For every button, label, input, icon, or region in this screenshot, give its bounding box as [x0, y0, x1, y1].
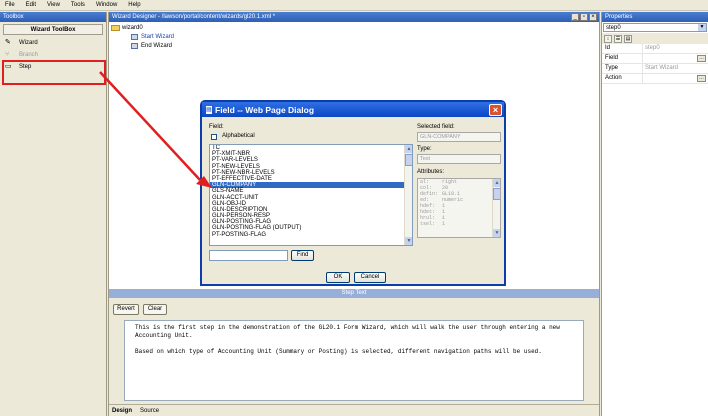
- menu-file[interactable]: File: [5, 2, 15, 8]
- attribute-value: numeric: [442, 197, 464, 203]
- toolbox-item-label: Branch: [19, 52, 39, 58]
- attributes-list[interactable]: al: right col: 20 defin: GL10.1 ed: numeric hdef…: [417, 178, 501, 238]
- designer-title-bar: Wizard Designer - /lawson/portal/content…: [109, 12, 599, 22]
- toolbox-panel: Toolbox Wizard ToolBox ✎ Wizard ⑂ Branch…: [0, 12, 107, 416]
- menu-help[interactable]: Help: [128, 2, 140, 8]
- property-row-id: Id step0: [602, 44, 708, 54]
- menu-edit[interactable]: Edit: [26, 2, 36, 8]
- property-key: Id: [602, 44, 643, 53]
- ok-button[interactable]: OK: [326, 272, 350, 283]
- categorize-icon[interactable]: ☰: [614, 34, 622, 43]
- attribute-row[interactable]: tsel: 1: [418, 221, 500, 227]
- tree-item-label: Start Wizard: [141, 33, 175, 40]
- scroll-up-icon[interactable]: ▲: [405, 145, 412, 153]
- field-label: Field:: [209, 124, 224, 130]
- step-text-paragraph: This is the first step in the demonstrat…: [135, 324, 560, 339]
- properties-title: Properties: [602, 12, 708, 22]
- tree-item-start-wizard[interactable]: Start Wizard: [111, 32, 174, 41]
- ellipsis-button[interactable]: …: [697, 75, 706, 82]
- minimize-icon[interactable]: _: [571, 13, 579, 21]
- properties-panel: Properties step0 ▼ ↕ ☰ ▤ Id step0 Field …: [601, 12, 708, 416]
- property-value[interactable]: Start Wizard: [643, 64, 708, 73]
- type-label: Type:: [417, 146, 432, 152]
- tab-source[interactable]: Source: [140, 408, 159, 414]
- designer-title: Wizard Designer - /lawson/portal/content…: [112, 14, 276, 20]
- designer-tabs: Design Source: [109, 404, 599, 416]
- tab-design[interactable]: Design: [112, 408, 132, 414]
- properties-selected-object: step0: [606, 24, 621, 31]
- field-list[interactable]: TC PT-XMIT-NBR PT-VAR-LEVELS PT-NEW-LEVELS P…: [209, 144, 413, 246]
- menu-bar: File Edit View Tools Window Help: [0, 0, 708, 11]
- property-value[interactable]: step0: [643, 44, 708, 53]
- step-node-icon: [131, 33, 138, 40]
- scroll-down-icon[interactable]: ▼: [493, 229, 500, 237]
- properties-object-select[interactable]: step0 ▼: [603, 23, 707, 32]
- ellipsis-button[interactable]: …: [697, 55, 706, 62]
- step-text-editor[interactable]: This is the first step in the demonstrat…: [124, 320, 584, 401]
- chevron-down-icon[interactable]: ▼: [698, 24, 706, 31]
- tree-item-label: End Wizard: [141, 42, 173, 49]
- folder-icon: [111, 24, 120, 31]
- properties-toolbar: ↕ ☰ ▤: [602, 33, 708, 44]
- property-pages-icon[interactable]: ▤: [624, 34, 632, 43]
- branch-icon: ⑂: [5, 51, 10, 58]
- scroll-thumb[interactable]: [493, 188, 500, 200]
- toolbox-item-wizard[interactable]: ✎ Wizard: [0, 37, 106, 49]
- toolbox-item-label: Wizard: [19, 40, 38, 46]
- selected-field-label: Selected field:: [417, 124, 455, 130]
- scroll-thumb[interactable]: [405, 154, 412, 166]
- field-list-item[interactable]: PT-POSTING-FLAG: [210, 232, 412, 238]
- cancel-button[interactable]: Cancel: [354, 272, 386, 283]
- clear-button[interactable]: Clear: [143, 304, 167, 315]
- wrench-icon: ✎: [5, 39, 11, 46]
- dialog-title: Field -- Web Page Dialog: [215, 104, 315, 115]
- step-text-panel: Revert Clear This is the first step in t…: [109, 298, 599, 404]
- toolbox-title: Toolbox: [0, 12, 106, 22]
- type-value: Text: [417, 154, 501, 164]
- menu-window[interactable]: Window: [96, 2, 117, 8]
- revert-button[interactable]: Revert: [113, 304, 139, 315]
- field-list-scrollbar[interactable]: ▲ ▼: [404, 145, 412, 245]
- field-dialog: ▤ Field -- Web Page Dialog × Field: Alph…: [200, 100, 506, 286]
- wizard-tree: wizard0 Start Wizard End Wizard: [111, 23, 174, 50]
- menu-view[interactable]: View: [47, 2, 60, 8]
- tree-root-label: wizard0: [122, 24, 143, 31]
- attributes-label: Attributes:: [417, 169, 445, 175]
- dialog-title-bar[interactable]: ▤ Field -- Web Page Dialog ×: [202, 102, 504, 117]
- property-row-type: Type Start Wizard: [602, 64, 708, 74]
- page-icon: ▤: [206, 105, 212, 114]
- step-highlight-box: [2, 60, 106, 85]
- step-text-header: Step Text: [109, 289, 599, 298]
- selected-field-value: GLN-COMPANY: [417, 132, 501, 142]
- property-row-action: Action …: [602, 74, 708, 84]
- attribute-value: 1: [442, 221, 446, 227]
- property-key: Type: [602, 64, 643, 73]
- close-icon[interactable]: ×: [589, 13, 597, 21]
- find-input[interactable]: [209, 250, 288, 261]
- attributes-scrollbar[interactable]: ▲ ▼: [492, 179, 500, 237]
- tree-root[interactable]: wizard0: [111, 23, 174, 32]
- attribute-key: tsel:: [420, 221, 436, 227]
- alphabetical-label: Alphabetical: [222, 133, 255, 139]
- scroll-up-icon[interactable]: ▲: [493, 179, 500, 187]
- step-node-icon: [131, 42, 138, 49]
- menu-tools[interactable]: Tools: [71, 2, 85, 8]
- wizard-toolbox-header: Wizard ToolBox: [3, 24, 103, 35]
- property-value[interactable]: …: [643, 54, 708, 63]
- property-key: Field: [602, 54, 643, 63]
- alphabetical-checkbox[interactable]: [211, 134, 217, 140]
- property-key: Action: [602, 74, 643, 83]
- find-button[interactable]: Find: [291, 250, 314, 261]
- property-row-field: Field …: [602, 54, 708, 64]
- dialog-close-icon[interactable]: ×: [489, 103, 502, 116]
- tree-item-end-wizard[interactable]: End Wizard: [111, 41, 174, 50]
- scroll-down-icon[interactable]: ▼: [405, 237, 412, 245]
- sort-icon[interactable]: ↕: [604, 34, 612, 43]
- property-value[interactable]: …: [643, 74, 708, 83]
- step-text-paragraph: Based on which type of Accounting Unit (…: [135, 348, 542, 355]
- restore-icon[interactable]: ▫: [580, 13, 588, 21]
